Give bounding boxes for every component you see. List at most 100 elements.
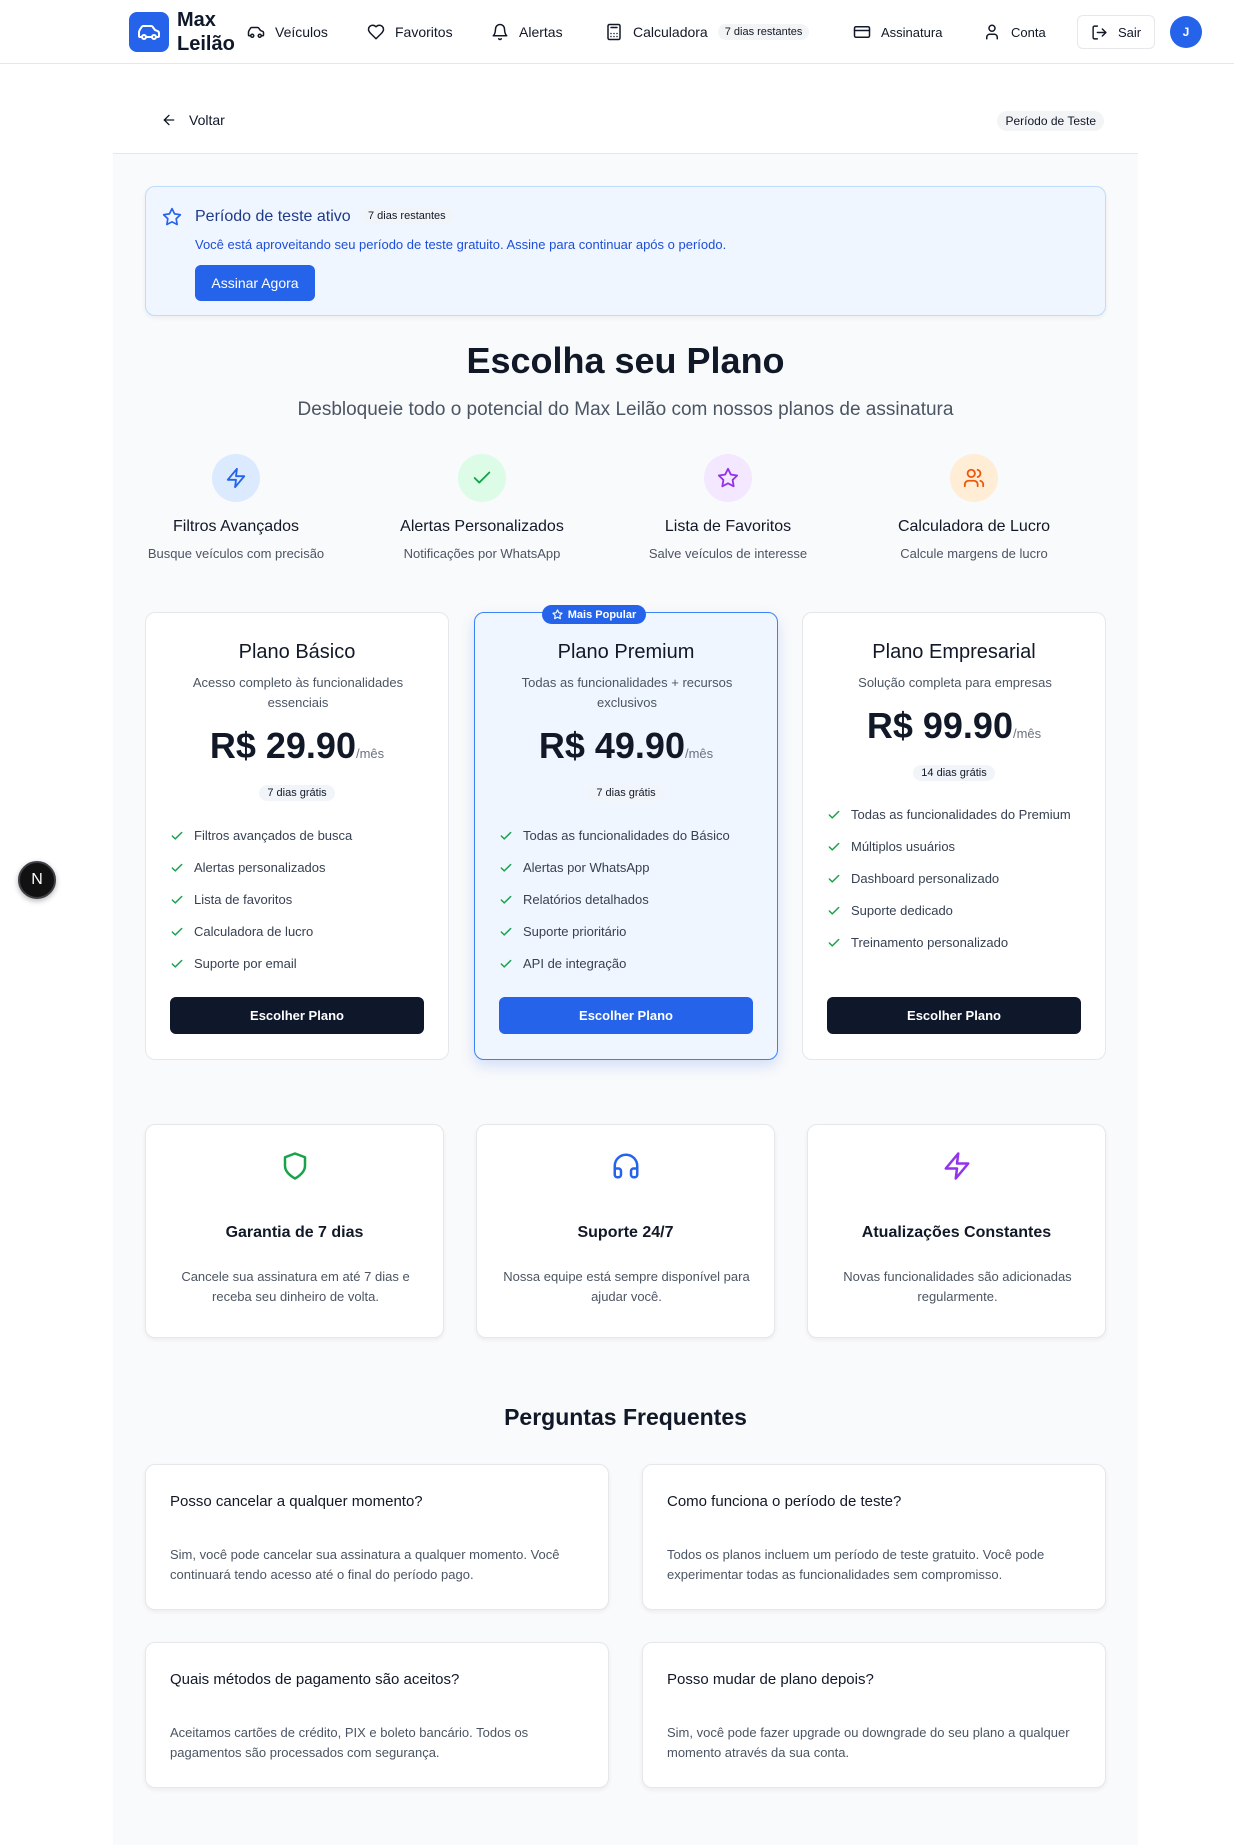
guarantee-desc: Novas funcionalidades são adicionadas re… xyxy=(843,1269,1072,1304)
check-icon xyxy=(828,906,840,915)
bell-icon xyxy=(492,23,508,41)
feature-alertas: Alertas Personalizados Notificações por … xyxy=(359,454,605,561)
back-button[interactable]: Voltar xyxy=(161,112,225,128)
check-icon xyxy=(171,927,183,936)
check-icon xyxy=(500,895,512,904)
check-icon xyxy=(828,938,840,947)
shield-icon xyxy=(146,1151,443,1181)
brand-name[interactable]: Max Leilão xyxy=(177,8,247,56)
trial-badge: 14 dias grátis xyxy=(913,765,995,781)
logout-label: Sair xyxy=(1117,24,1142,40)
feature-title: Filtros Avançados xyxy=(173,518,299,535)
plan-feature: Suporte prioritário xyxy=(499,922,759,942)
credit-card-icon xyxy=(853,26,871,38)
plan-trial: 7 dias grátis xyxy=(146,783,448,801)
feature-calculadora: Calculadora de Lucro Calcule margens de … xyxy=(851,454,1097,561)
plan-feature-text: API de integração xyxy=(523,956,627,971)
check-icon xyxy=(500,959,512,968)
plan-desc: Todas as funcionalidades + recursos excl… xyxy=(521,675,733,710)
faq-question: Como funciona o período de teste? xyxy=(667,1493,902,1510)
check-icon xyxy=(828,810,840,819)
plan-feature: Alertas por WhatsApp xyxy=(499,858,759,878)
plan-feature: Todas as funcionalidades do Premium xyxy=(827,805,1087,825)
popular-label: Mais Popular xyxy=(567,608,637,621)
plan-feature-text: Alertas por WhatsApp xyxy=(523,860,650,875)
nav-item-alertas[interactable]: Alertas xyxy=(491,20,563,44)
plan-feature: Alertas personalizados xyxy=(170,858,430,878)
check-icon xyxy=(171,831,183,840)
page-title: Escolha seu Plano xyxy=(466,340,785,381)
plan-feature-text: Alertas personalizados xyxy=(194,860,326,875)
plan-card-premium: Plano Premium Todas as funcionalidades +… xyxy=(474,612,778,1060)
star-icon xyxy=(552,609,563,620)
dev-tools-badge[interactable]: N xyxy=(18,861,56,899)
feature-filtros: Filtros Avançados Busque veículos com pr… xyxy=(113,454,359,561)
guarantee-title: Suporte 24/7 xyxy=(577,1224,674,1241)
star-icon xyxy=(704,454,752,502)
plan-feature: Suporte dedicado xyxy=(827,901,1087,921)
main-content: Período de teste ativo 7 dias restantes … xyxy=(113,154,1138,1845)
plan-feature: Relatórios detalhados xyxy=(499,890,759,910)
calculator-icon xyxy=(607,23,621,41)
plan-name: Plano Básico xyxy=(238,641,356,663)
car-icon xyxy=(247,26,265,38)
logout-button[interactable]: Sair xyxy=(1077,15,1155,49)
check-icon xyxy=(500,831,512,840)
feature-favoritos: Lista de Favoritos Salve veículos de int… xyxy=(605,454,851,561)
user-icon xyxy=(986,24,998,40)
updates-card: Atualizações Constantes Novas funcionali… xyxy=(807,1124,1106,1338)
nav-item-veiculos[interactable]: Veículos xyxy=(247,20,328,44)
check-icon xyxy=(171,895,183,904)
subscribe-now-button[interactable]: Assinar Agora xyxy=(195,265,315,301)
plan-desc: Solução completa para empresas xyxy=(858,675,1052,690)
plan-feature: Suporte por email xyxy=(170,954,430,974)
guarantee-desc: Cancele sua assinatura em até 7 dias e r… xyxy=(181,1269,410,1304)
plan-desc: Acesso completo às funcionalidades essen… xyxy=(192,675,404,710)
trial-badge: 7 dias grátis xyxy=(259,785,335,801)
nav-label: Favoritos xyxy=(395,24,453,40)
faq-title: Perguntas Frequentes xyxy=(504,1404,747,1430)
choose-plan-button[interactable]: Escolher Plano xyxy=(499,997,753,1034)
trial-banner: Período de teste ativo 7 dias restantes … xyxy=(145,186,1106,316)
nav-label: Assinatura xyxy=(881,24,943,40)
plan-feature-text: Dashboard personalizado xyxy=(851,871,1000,886)
choose-plan-button[interactable]: Escolher Plano xyxy=(170,997,424,1034)
nav-item-assinatura[interactable]: Assinatura xyxy=(853,20,942,44)
trial-banner-text: Você está aproveitando seu período de te… xyxy=(195,237,727,252)
page-subtitle: Desbloqueie todo o potencial do Max Leil… xyxy=(297,399,954,420)
faq-question: Posso cancelar a qualquer momento? xyxy=(170,1493,423,1510)
check-icon xyxy=(500,927,512,936)
plan-feature-text: Calculadora de lucro xyxy=(194,924,314,939)
price-period: /mês xyxy=(1012,726,1042,741)
avatar[interactable]: J xyxy=(1170,16,1202,48)
faq-answer: Todos os planos incluem um período de te… xyxy=(667,1547,1045,1582)
feature-desc: Notificações por WhatsApp xyxy=(403,546,561,561)
back-label: Voltar xyxy=(189,112,225,128)
plan-feature-text: Múltiplos usuários xyxy=(851,839,956,854)
feature-title: Alertas Personalizados xyxy=(400,518,564,535)
car-logo-icon[interactable] xyxy=(129,12,169,52)
plan-features: Todas as funcionalidades do Básico Alert… xyxy=(499,826,759,986)
price-period: /mês xyxy=(355,746,385,761)
nav-item-calculadora[interactable]: Calculadora 7 dias restantes xyxy=(605,20,810,44)
plan-feature: Filtros avançados de busca xyxy=(170,826,430,846)
plan-feature-text: Todas as funcionalidades do Básico xyxy=(523,828,730,843)
trial-days-badge: 7 dias restantes xyxy=(717,24,810,40)
sub-header: Voltar Período de Teste xyxy=(113,64,1138,154)
support-card: Suporte 24/7 Nossa equipe está sempre di… xyxy=(476,1124,775,1338)
plan-trial: 14 dias grátis xyxy=(803,763,1105,781)
choose-plan-button[interactable]: Escolher Plano xyxy=(827,997,1081,1034)
nav-label: Alertas xyxy=(519,24,563,40)
nav-item-conta[interactable]: Conta xyxy=(983,20,1046,44)
star-icon xyxy=(162,207,182,226)
faq-item: Quais métodos de pagamento são aceitos? … xyxy=(145,1642,609,1788)
arrow-left-icon xyxy=(163,114,175,126)
headphones-icon xyxy=(477,1151,774,1181)
feature-desc: Salve veículos de interesse xyxy=(648,546,808,561)
plan-features: Filtros avançados de busca Alertas perso… xyxy=(170,826,430,986)
nav-label: Calculadora xyxy=(633,24,708,40)
nav-item-favoritos[interactable]: Favoritos xyxy=(367,20,453,44)
plan-feature: Lista de favoritos xyxy=(170,890,430,910)
plan-name: Plano Empresarial xyxy=(872,641,1036,663)
plan-feature-text: Suporte por email xyxy=(194,956,297,971)
